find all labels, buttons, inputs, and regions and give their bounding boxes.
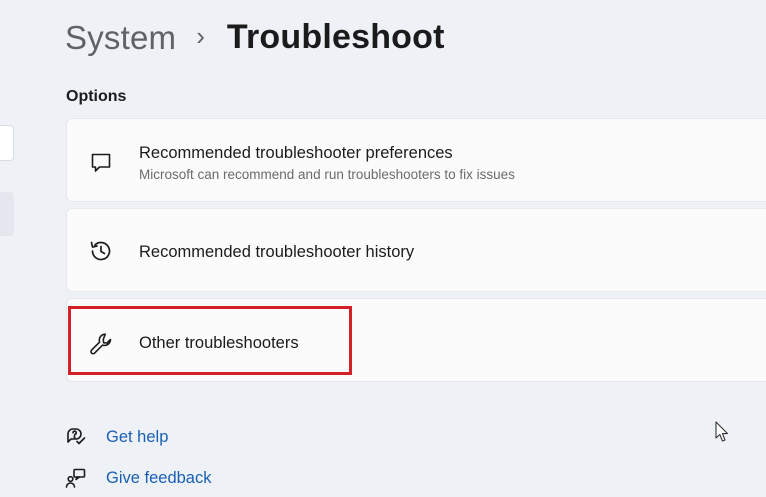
options-section-title: Options xyxy=(66,88,127,105)
card-title: Other troubleshooters xyxy=(139,334,299,352)
card-title: Recommended troubleshooter preferences xyxy=(139,144,453,162)
history-icon xyxy=(87,237,115,265)
give-feedback-link[interactable]: Give feedback xyxy=(64,466,211,490)
breadcrumb: System › Troubleshoot xyxy=(65,18,445,57)
breadcrumb-separator: › xyxy=(196,21,205,51)
chat-bubble-icon xyxy=(87,149,115,177)
get-help-label: Get help xyxy=(106,427,169,446)
card-title: Recommended troubleshooter history xyxy=(139,243,415,261)
breadcrumb-parent-system[interactable]: System xyxy=(65,19,176,57)
wrench-icon xyxy=(87,330,115,358)
get-help-link[interactable]: Get help xyxy=(64,425,168,449)
nav-search-box[interactable] xyxy=(0,125,14,161)
troubleshooter-history-card[interactable]: Recommended troubleshooter history xyxy=(66,208,766,292)
other-troubleshooters-card[interactable]: Other troubleshooters xyxy=(66,298,766,382)
help-icon xyxy=(64,425,88,449)
page-title: Troubleshoot xyxy=(226,18,445,56)
feedback-icon xyxy=(64,466,88,490)
mouse-cursor-icon xyxy=(715,421,729,442)
troubleshooter-preferences-card[interactable]: Recommended troubleshooter preferences M… xyxy=(66,118,766,202)
give-feedback-label: Give feedback xyxy=(106,468,212,487)
nav-selected-item[interactable] xyxy=(0,192,14,236)
card-description: Microsoft can recommend and run troubles… xyxy=(139,167,515,182)
